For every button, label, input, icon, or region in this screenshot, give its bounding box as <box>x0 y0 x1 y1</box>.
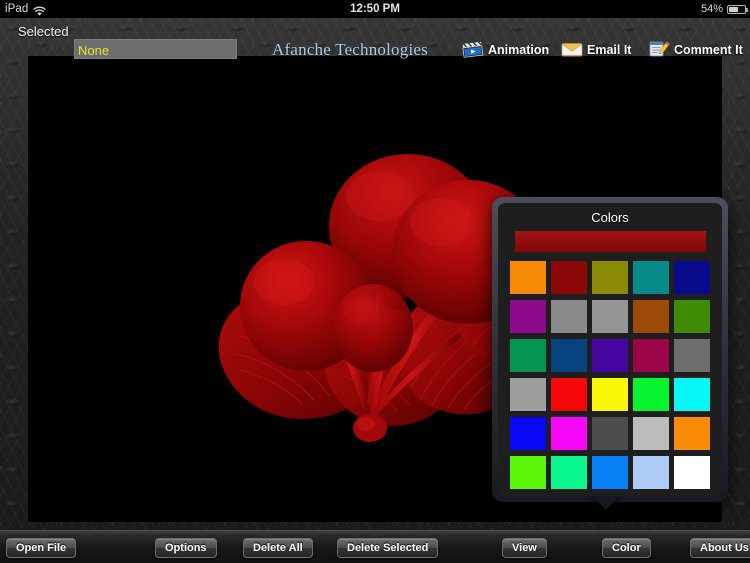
color-swatch-7[interactable] <box>592 300 628 333</box>
battery-percent-label: 54% <box>700 3 723 15</box>
color-swatch-29[interactable] <box>674 456 710 489</box>
bottom-button-view[interactable]: View <box>502 538 547 558</box>
selected-label: Selected <box>18 24 69 39</box>
animation-button[interactable]: Animation <box>461 39 549 61</box>
color-swatch-20[interactable] <box>510 417 546 450</box>
popover-body: Colors <box>498 203 722 496</box>
color-swatch-13[interactable] <box>633 339 669 372</box>
color-swatch-3[interactable] <box>633 261 669 294</box>
animation-label: Animation <box>488 43 550 57</box>
color-swatch-18[interactable] <box>633 378 669 411</box>
colors-popover: Colors <box>492 197 728 510</box>
bottom-button-color[interactable]: Color <box>602 538 651 558</box>
note-pencil-icon <box>647 38 671 62</box>
color-swatch-grid[interactable] <box>510 261 712 489</box>
email-it-label: Email It <box>587 43 632 57</box>
color-swatch-22[interactable] <box>592 417 628 450</box>
color-swatch-5[interactable] <box>510 300 546 333</box>
comment-it-label: Comment It <box>674 43 743 57</box>
comment-it-button[interactable]: Comment It <box>647 39 743 61</box>
bottom-button-delete-all[interactable]: Delete All <box>243 538 313 558</box>
ios-status-bar: iPad 12:50 PM 54% <box>0 0 750 18</box>
color-swatch-8[interactable] <box>633 300 669 333</box>
color-swatch-28[interactable] <box>633 456 669 489</box>
color-swatch-11[interactable] <box>551 339 587 372</box>
selected-value: None <box>78 43 110 58</box>
bottom-toolbar: Open File Options Delete All Delete Selecte… <box>0 530 750 563</box>
color-swatch-12[interactable] <box>592 339 628 372</box>
bottom-button-about-us[interactable]: About Us <box>690 538 750 558</box>
bottom-button-options[interactable]: Options <box>155 538 217 558</box>
color-swatch-2[interactable] <box>592 261 628 294</box>
color-swatch-26[interactable] <box>551 456 587 489</box>
selected-color-preview <box>515 231 706 252</box>
color-swatch-9[interactable] <box>674 300 710 333</box>
color-swatch-27[interactable] <box>592 456 628 489</box>
color-swatch-15[interactable] <box>510 378 546 411</box>
color-swatch-23[interactable] <box>633 417 669 450</box>
color-swatch-24[interactable] <box>674 417 710 450</box>
top-toolbar: Selected None Afanche Technologies Anima… <box>0 18 750 59</box>
bottom-button-delete-selected[interactable]: Delete Selected <box>337 538 439 558</box>
color-swatch-17[interactable] <box>592 378 628 411</box>
color-swatch-21[interactable] <box>551 417 587 450</box>
color-swatch-14[interactable] <box>674 339 710 372</box>
color-swatch-4[interactable] <box>674 261 710 294</box>
clock-label: 12:50 PM <box>350 3 400 15</box>
color-swatch-0[interactable] <box>510 261 546 294</box>
bottom-button-open-file[interactable]: Open File <box>6 538 77 558</box>
brand-title: Afanche Technologies <box>272 40 428 59</box>
status-bar-right: 54% <box>700 0 748 18</box>
popover-title: Colors <box>591 210 629 225</box>
clapperboard-icon <box>461 38 485 62</box>
color-swatch-19[interactable] <box>674 378 710 411</box>
color-swatch-10[interactable] <box>510 339 546 372</box>
color-swatch-25[interactable] <box>510 456 546 489</box>
app-root: iPad 12:50 PM 54% Selected None Afanche … <box>0 0 750 563</box>
color-swatch-6[interactable] <box>551 300 587 333</box>
battery-icon <box>727 4 748 14</box>
color-swatch-16[interactable] <box>551 378 587 411</box>
envelope-icon <box>560 38 584 62</box>
email-it-button[interactable]: Email It <box>560 39 631 61</box>
color-swatch-1[interactable] <box>551 261 587 294</box>
